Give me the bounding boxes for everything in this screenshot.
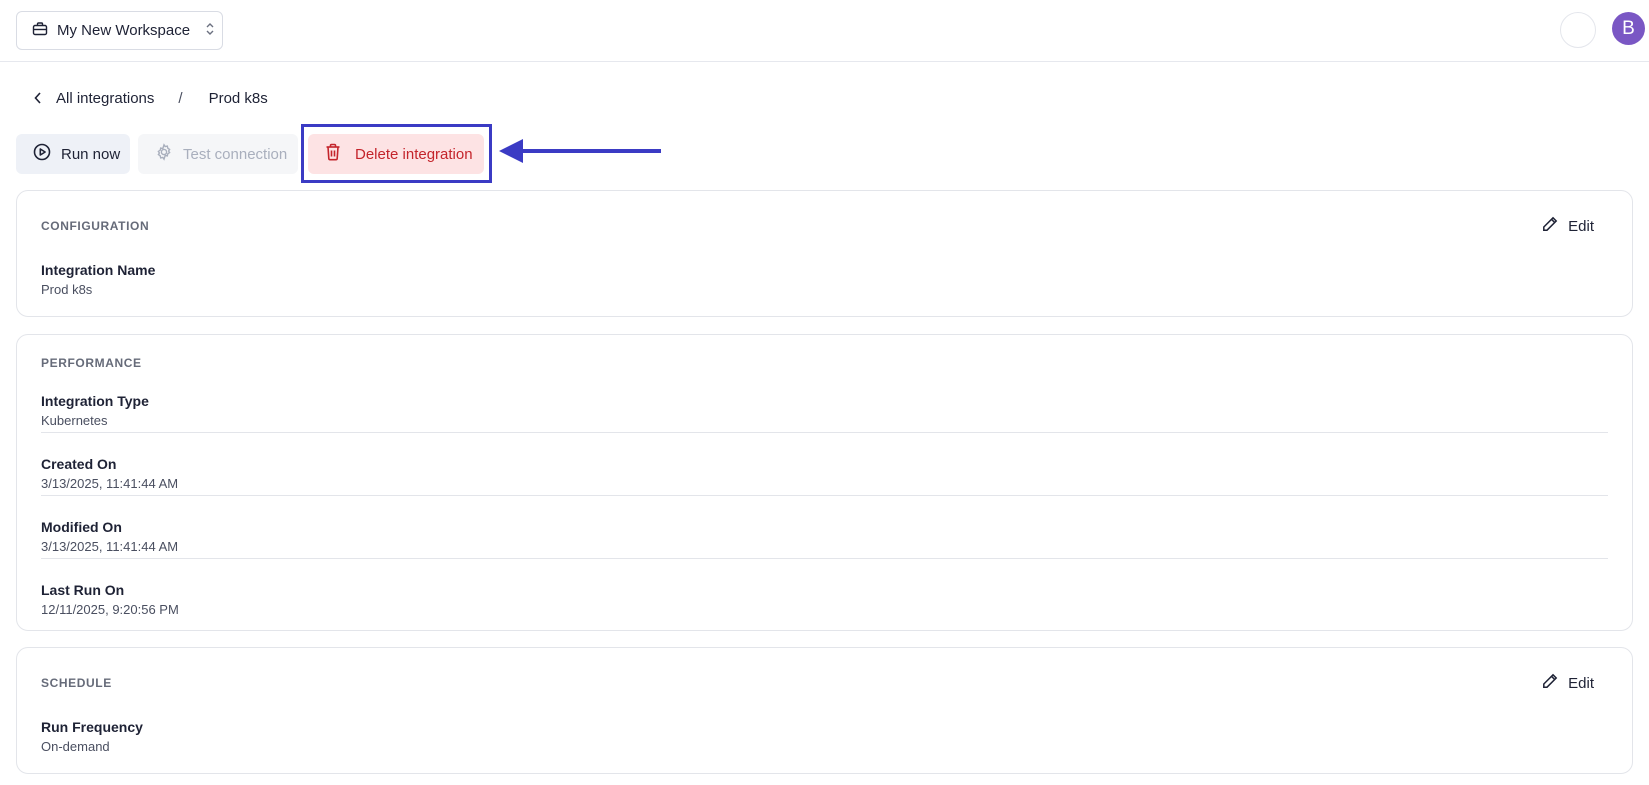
breadcrumb: All integrations / Prod k8s	[34, 88, 268, 108]
divider	[41, 558, 1608, 559]
field-last-run-on: Last Run On 12/11/2025, 9:20:56 PM	[41, 581, 1608, 619]
play-circle-icon	[33, 143, 51, 165]
schedule-edit-button[interactable]: Edit	[1542, 673, 1594, 693]
performance-title: PERFORMANCE	[41, 356, 142, 370]
field-value: Prod k8s	[41, 282, 93, 297]
field-label: Created On	[41, 456, 117, 472]
arrow-left-icon	[497, 135, 665, 172]
workspace-name: My New Workspace	[57, 22, 191, 39]
schedule-title: SCHEDULE	[41, 676, 112, 690]
field-integration-name: Integration Name Prod k8s	[41, 261, 1608, 299]
run-now-label: Run now	[61, 145, 121, 163]
field-value: On-demand	[41, 739, 110, 754]
schedule-card: SCHEDULE Edit Run Frequency On-demand	[16, 647, 1633, 774]
field-value: 3/13/2025, 11:41:44 AM	[41, 476, 179, 491]
delete-integration-label: Delete integration	[355, 145, 473, 163]
chevron-left-icon[interactable]	[34, 92, 42, 104]
breadcrumb-link-all-integrations[interactable]: All integrations	[56, 90, 154, 107]
field-modified-on: Modified On 3/13/2025, 11:41:44 AM	[41, 518, 1608, 556]
field-created-on: Created On 3/13/2025, 11:41:44 AM	[41, 455, 1608, 493]
performance-card: PERFORMANCE Integration Type Kubernetes …	[16, 334, 1633, 631]
test-connection-button[interactable]: Test connection	[138, 134, 298, 174]
pencil-icon	[1542, 216, 1558, 236]
field-value: 3/13/2025, 11:41:44 AM	[41, 539, 179, 554]
test-connection-label: Test connection	[183, 145, 288, 163]
top-bar: My New Workspace B	[0, 0, 1649, 62]
field-run-frequency: Run Frequency On-demand	[41, 718, 1608, 756]
field-label: Last Run On	[41, 582, 125, 598]
avatar-initial: B	[1622, 17, 1635, 39]
avatar[interactable]: B	[1612, 12, 1645, 45]
briefcase-icon	[32, 21, 48, 41]
configuration-card: CONFIGURATION Edit Integration Name Prod…	[16, 190, 1633, 317]
pencil-icon	[1542, 673, 1558, 693]
divider	[41, 495, 1608, 496]
delete-integration-button[interactable]: Delete integration	[308, 134, 484, 174]
field-integration-type: Integration Type Kubernetes	[41, 392, 1608, 430]
configuration-edit-button[interactable]: Edit	[1542, 216, 1594, 236]
field-label: Run Frequency	[41, 719, 143, 735]
chevron-up-down-icon	[205, 22, 215, 40]
field-label: Modified On	[41, 519, 122, 535]
edit-label: Edit	[1568, 674, 1594, 692]
field-value: 12/11/2025, 9:20:56 PM	[41, 602, 179, 617]
gear-icon	[155, 143, 173, 165]
breadcrumb-separator: /	[178, 89, 183, 107]
divider	[41, 432, 1608, 433]
breadcrumb-current: Prod k8s	[208, 89, 268, 107]
trash-icon	[325, 143, 341, 165]
field-label: Integration Type	[41, 393, 149, 409]
run-now-button[interactable]: Run now	[16, 134, 130, 174]
edit-label: Edit	[1568, 217, 1594, 235]
field-label: Integration Name	[41, 262, 156, 278]
notification-button[interactable]	[1560, 12, 1596, 48]
workspace-switcher[interactable]: My New Workspace	[16, 11, 223, 50]
field-value: Kubernetes	[41, 413, 108, 428]
configuration-title: CONFIGURATION	[41, 219, 150, 233]
